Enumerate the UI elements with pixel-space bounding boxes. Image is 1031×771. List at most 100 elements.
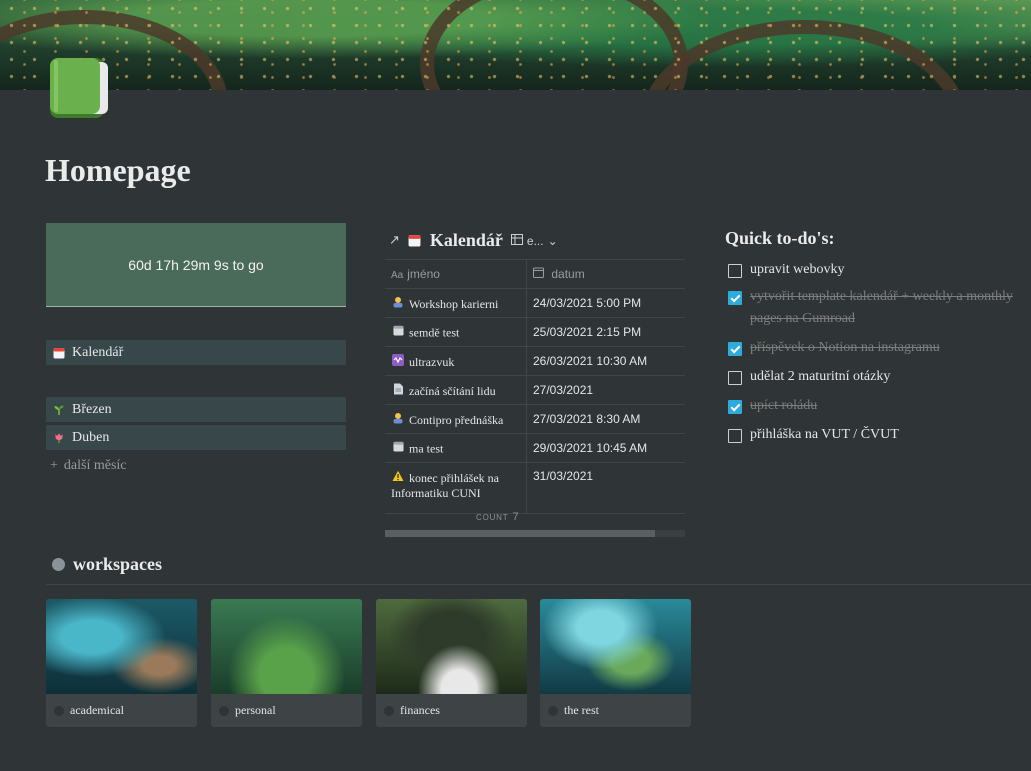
workspace-card-finances[interactable]: finances <box>376 599 527 727</box>
cell-name[interactable]: Workshop karierni <box>385 288 527 318</box>
person-icon <box>391 411 405 425</box>
workspaces-header: workspaces <box>52 554 162 575</box>
calendar-header: ↗ Kalendář e... ⌄ <box>389 230 558 251</box>
cell-date[interactable]: 29/03/2021 10:45 AM <box>526 433 685 463</box>
table-row[interactable]: konec přihlášek na Informatiku CUNI 31/03… <box>385 462 685 514</box>
workspaces-title: workspaces <box>73 554 162 574</box>
table-row[interactable]: začíná sčítání lidu 27/03/2021 <box>385 375 685 405</box>
todo-title: Quick to-do's: <box>725 228 835 248</box>
row-name: začíná sčítání lidu <box>409 383 496 398</box>
checkbox[interactable] <box>728 371 742 385</box>
wave-icon <box>391 353 405 367</box>
calendar-icon <box>391 324 405 338</box>
countdown-text: 60d 17h 29m 9s to go <box>128 256 264 273</box>
cell-name[interactable]: ma test <box>385 433 527 463</box>
countdown-widget[interactable]: 60d 17h 29m 9s to go <box>46 223 346 307</box>
column-header-date[interactable]: datum <box>526 259 685 289</box>
card-cover-image <box>376 599 527 694</box>
divider <box>46 584 1031 585</box>
cell-name[interactable]: semdě test <box>385 317 527 347</box>
card-cover-image <box>211 599 362 694</box>
date-property-icon <box>533 267 547 281</box>
page-icon <box>219 705 229 716</box>
table-row[interactable]: Contipro přednáška 27/03/2021 8:30 AM <box>385 404 685 434</box>
checkbox[interactable] <box>728 264 742 278</box>
column-header-name[interactable]: Aa jméno <box>385 259 527 289</box>
workspace-card-the-rest[interactable]: the rest <box>540 599 691 727</box>
link-brezen[interactable]: Březen <box>46 397 346 422</box>
todo-item: udělat 2 maturitní otázky <box>728 366 1018 388</box>
book-icon[interactable] <box>46 56 110 120</box>
person-icon <box>391 295 405 309</box>
text-property-icon: Aa <box>391 270 404 281</box>
card-cover-image <box>46 599 197 694</box>
card-label: the rest <box>564 703 599 717</box>
page-icon <box>391 382 405 396</box>
cell-name[interactable]: Contipro přednáška <box>385 404 527 434</box>
row-name: Workshop karierni <box>409 296 499 311</box>
cell-name[interactable]: začíná sčítání lidu <box>385 375 527 405</box>
todo-text[interactable]: udělat 2 maturitní otázky <box>750 366 890 388</box>
table-row[interactable]: ultrazvuk 26/03/2021 10:30 AM <box>385 346 685 376</box>
link-duben[interactable]: Duben <box>46 425 346 450</box>
link-label: Kalendář <box>72 344 124 360</box>
checkbox[interactable] <box>728 429 742 443</box>
table-row[interactable]: Workshop karierni 24/03/2021 5:00 PM <box>385 288 685 318</box>
circle-icon <box>52 558 65 571</box>
card-label: academical <box>70 703 124 717</box>
todo-text[interactable]: přihláška na VUT / ČVUT <box>750 424 899 446</box>
table-count: COUNT 7 <box>476 511 519 523</box>
calendar-table: Aa jméno datum Workshop karierni 24/03/202… <box>385 259 685 514</box>
view-selector[interactable]: e... ⌄ <box>510 233 558 248</box>
page-icon <box>384 705 394 716</box>
calendar-icon <box>408 234 422 248</box>
checkbox[interactable] <box>728 400 742 414</box>
card-label: finances <box>400 703 440 717</box>
todo-text[interactable]: příspěvek o Notion na instagramu <box>750 337 940 359</box>
todo-item: vytvořit template kalendář + weekly a mo… <box>728 286 1018 330</box>
cover-lights <box>0 0 1031 90</box>
link-label: Duben <box>72 429 110 445</box>
view-label: e... <box>526 233 544 248</box>
workspace-card-personal[interactable]: personal <box>211 599 362 727</box>
checkbox[interactable] <box>728 342 742 356</box>
table-row[interactable]: semdě test 25/03/2021 2:15 PM <box>385 317 685 347</box>
cell-name[interactable]: konec přihlášek na Informatiku CUNI <box>385 462 527 514</box>
page-icon <box>54 705 64 716</box>
page-icon <box>548 705 558 716</box>
seedling-icon <box>52 403 66 417</box>
row-name: konec přihlášek na Informatiku CUNI <box>391 471 499 500</box>
cell-date[interactable]: 26/03/2021 10:30 AM <box>526 346 685 376</box>
todo-item: příspěvek o Notion na instagramu <box>728 337 1018 359</box>
cell-date[interactable]: 31/03/2021 <box>526 462 685 514</box>
workspace-card-academical[interactable]: academical <box>46 599 197 727</box>
link-kalendar[interactable]: Kalendář <box>46 340 346 365</box>
row-name: Contipro přednáška <box>409 412 504 427</box>
todo-text[interactable]: vytvořit template kalendář + weekly a mo… <box>750 286 1018 330</box>
todo-text[interactable]: upravit webovky <box>750 259 844 281</box>
row-name: semdě test <box>409 325 460 340</box>
cell-name[interactable]: ultrazvuk <box>385 346 527 376</box>
chevron-down-icon: ⌄ <box>547 233 558 248</box>
add-month-button[interactable]: + další měsíc <box>50 458 127 474</box>
cell-date[interactable]: 24/03/2021 5:00 PM <box>526 288 685 318</box>
plus-icon: + <box>50 458 58 473</box>
link-arrow-icon[interactable]: ↗ <box>389 233 400 248</box>
card-label: personal <box>235 703 276 717</box>
todo-item: upravit webovky <box>728 259 1018 281</box>
row-name: ultrazvuk <box>409 354 455 369</box>
todo-text[interactable]: upíct roládu <box>750 395 817 417</box>
add-month-label: další měsíc <box>63 458 127 473</box>
checkbox[interactable] <box>728 291 742 305</box>
cell-date[interactable]: 27/03/2021 <box>526 375 685 405</box>
cell-date[interactable]: 25/03/2021 2:15 PM <box>526 317 685 347</box>
tulip-icon <box>52 431 66 445</box>
card-cover-image <box>540 599 691 694</box>
page-title: Homepage <box>45 152 191 188</box>
horizontal-scrollbar[interactable] <box>385 530 685 537</box>
todo-item: upíct roládu <box>728 395 1018 417</box>
calendar-title[interactable]: Kalendář <box>430 230 503 251</box>
table-icon <box>510 233 523 248</box>
table-row[interactable]: ma test 29/03/2021 10:45 AM <box>385 433 685 463</box>
cell-date[interactable]: 27/03/2021 8:30 AM <box>526 404 685 434</box>
